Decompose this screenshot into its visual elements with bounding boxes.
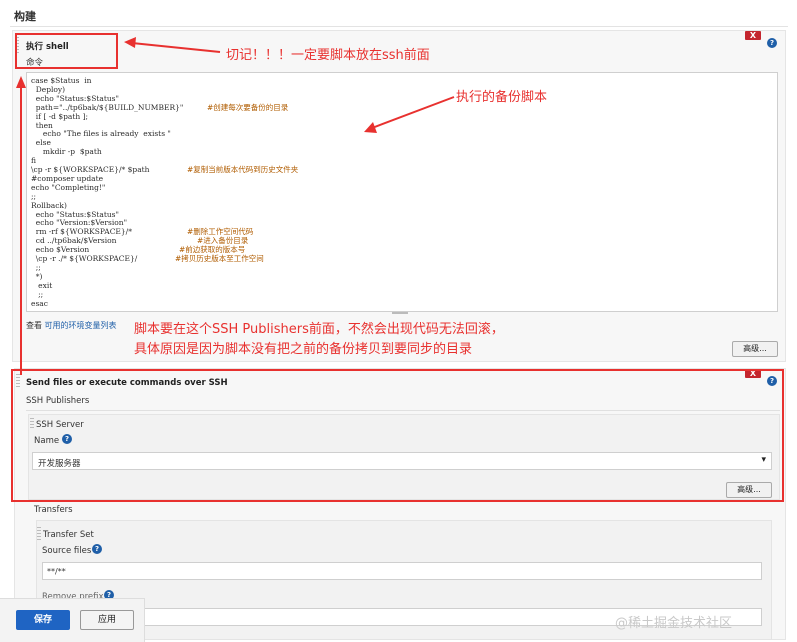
arrow-line-top — [131, 42, 221, 53]
arrow-line-backup — [371, 96, 455, 129]
annotation-arrows — [16, 37, 455, 375]
apply-button[interactable]: 应用 — [80, 610, 134, 630]
arrowhead-top — [124, 37, 136, 48]
save-button[interactable]: 保存 — [16, 610, 70, 630]
arrowhead-vertical — [16, 76, 26, 88]
watermark: @稀土掘金技术社区 — [615, 616, 733, 631]
